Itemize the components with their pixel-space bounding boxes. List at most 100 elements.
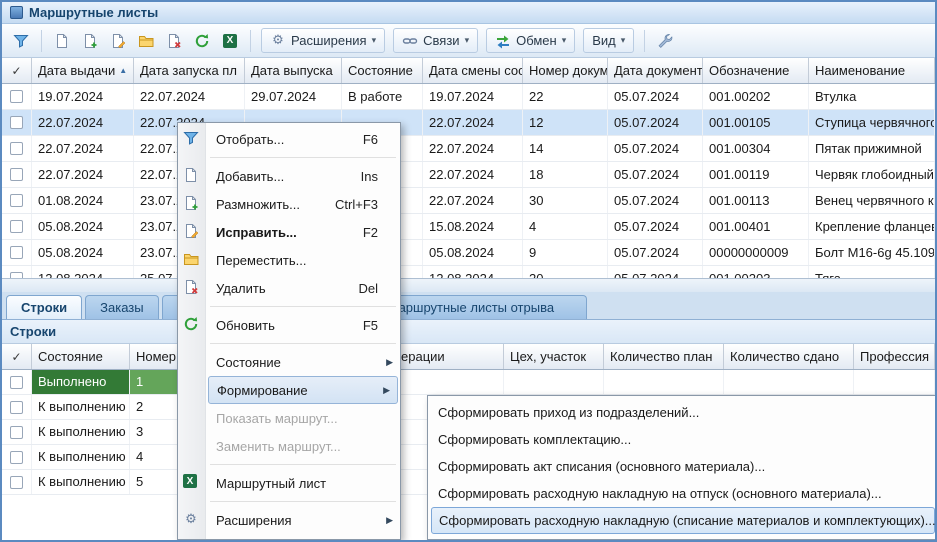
tab-stroki[interactable]: Строки <box>6 295 82 319</box>
table-row-selected[interactable]: 22.07.2024 22.07.2024 22.07.2024 12 05.0… <box>2 110 935 136</box>
row-checkbox[interactable] <box>10 220 23 233</box>
menu-item-route-sheet[interactable]: X Маршрутный лист <box>178 469 400 497</box>
tab-zakazy[interactable]: Заказы <box>85 295 158 319</box>
lines-col-state[interactable]: Состояние <box>32 344 130 369</box>
cell: Тяга <box>809 266 935 278</box>
table-row[interactable]: 01.08.2024 23.07.2024 22.07.2024 30 05.0… <box>2 188 935 214</box>
settings-wrench-button[interactable] <box>652 28 678 53</box>
panel-splitter[interactable] <box>2 278 935 292</box>
cell: 05.07.2024 <box>608 162 703 187</box>
excel-export-button[interactable]: X <box>217 28 243 53</box>
row-checkbox[interactable] <box>10 451 23 464</box>
move-document-button[interactable] <box>133 28 159 53</box>
row-checkbox[interactable] <box>10 426 23 439</box>
tab-label: Маршрутные листы отрыва <box>388 300 555 315</box>
chevron-down-icon: ▾ <box>621 35 626 46</box>
lines-col-profession[interactable]: Профессия <box>854 344 935 369</box>
row-checkbox[interactable] <box>10 194 23 207</box>
links-menu-button[interactable]: Связи ▾ <box>393 28 478 53</box>
main-col-name[interactable]: Наименование <box>809 58 935 83</box>
new-document-button[interactable] <box>49 28 75 53</box>
menu-item-move[interactable]: Переместить... <box>178 246 400 274</box>
table-row[interactable]: 22.07.2024 22.07.2024 22.07.2024 18 05.0… <box>2 162 935 188</box>
main-col-doc-date[interactable]: Дата документа <box>608 58 703 83</box>
submenu-item-prihod[interactable]: Сформировать приход из подразделений... <box>428 399 937 426</box>
folder-icon <box>183 251 199 267</box>
row-checkbox[interactable] <box>10 142 23 155</box>
cell: Пятак прижимной <box>809 136 935 161</box>
edit-document-button[interactable] <box>105 28 131 53</box>
main-col-launch-date[interactable]: Дата запуска пл <box>134 58 245 83</box>
extensions-menu-button[interactable]: ⚙ Расширения ▾ <box>261 28 385 53</box>
view-menu-button[interactable]: Вид ▾ <box>583 28 634 53</box>
table-row[interactable]: 22.07.2024 22.07.2024 22.07.2024 14 05.0… <box>2 136 935 162</box>
toolbar: X ⚙ Расширения ▾ Связи ▾ Обмен ▾ Вид ▾ <box>2 24 935 58</box>
cell: В работе <box>342 84 423 109</box>
row-checkbox[interactable] <box>10 90 23 103</box>
main-table-body: 19.07.2024 22.07.2024 29.07.2024 В работ… <box>2 84 935 278</box>
row-checkbox[interactable] <box>10 401 23 414</box>
main-col-doc-number[interactable]: Номер докум <box>523 58 608 83</box>
column-label: Количество сдано <box>730 349 839 364</box>
submenu-arrow-icon: ▶ <box>386 357 393 368</box>
cell: 22.07.2024 <box>423 110 523 135</box>
column-label: Состояние <box>38 349 103 364</box>
menu-item-label: Размножить... <box>216 197 327 212</box>
menu-item-state[interactable]: Состояние ▶ <box>178 348 400 376</box>
table-row-partial[interactable]: 12.08.2024 25.07.2024 12.08.2024 20 05.0… <box>2 266 935 278</box>
menu-item-label: Исправить... <box>216 225 355 240</box>
add-document-button[interactable] <box>77 28 103 53</box>
submenu-item-komplektacia[interactable]: Сформировать комплектацию... <box>428 426 937 453</box>
main-col-release-date[interactable]: Дата выпуска <box>245 58 342 83</box>
cell: 15.08.2024 <box>423 214 523 239</box>
row-checkbox[interactable] <box>10 376 23 389</box>
row-checkbox[interactable] <box>10 116 23 129</box>
menu-item-refresh[interactable]: Обновить F5 <box>178 311 400 339</box>
lines-col-workshop[interactable]: Цех, участок <box>504 344 604 369</box>
table-row[interactable]: 19.07.2024 22.07.2024 29.07.2024 В работ… <box>2 84 935 110</box>
menu-item-label: Сформировать расходную накладную (списан… <box>439 513 936 528</box>
cell: 05.08.2024 <box>32 240 134 265</box>
submenu-item-akt-spisania[interactable]: Сформировать акт списания (основного мат… <box>428 453 937 480</box>
refresh-button[interactable] <box>189 28 215 53</box>
main-col-state-change-date[interactable]: Дата смены сос <box>423 58 523 83</box>
main-col-issue-date[interactable]: Дата выдачи▲ <box>32 58 134 83</box>
submenu-item-rashodnaya-spisanie[interactable]: Сформировать расходную накладную (списан… <box>431 507 935 534</box>
filter-button[interactable] <box>8 28 34 53</box>
menu-item-add[interactable]: Добавить... Ins <box>178 162 400 190</box>
cell-check <box>2 188 32 213</box>
row-checkbox[interactable] <box>10 476 23 489</box>
cell: 9 <box>523 240 608 265</box>
table-row[interactable]: 05.08.2024 23.07.2024 15.08.2024 4 05.07… <box>2 214 935 240</box>
lines-col-check[interactable]: ✓ <box>2 344 32 369</box>
cell: 001.00113 <box>703 188 809 213</box>
toolbar-separator <box>644 30 645 52</box>
delete-document-button[interactable] <box>161 28 187 53</box>
lines-table-header: ✓ Состояние Номер Наименование операции … <box>2 344 935 370</box>
lines-col-qty-plan[interactable]: Количество план <box>604 344 724 369</box>
main-col-state[interactable]: Состояние <box>342 58 423 83</box>
line-row[interactable]: Выполнено 1 <box>2 370 935 395</box>
view-label: Вид <box>592 33 616 48</box>
main-col-check[interactable]: ✓ <box>2 58 32 83</box>
exchange-menu-button[interactable]: Обмен ▾ <box>486 28 575 53</box>
menu-item-filter[interactable]: Отобрать... F6 <box>178 125 400 153</box>
row-checkbox[interactable] <box>10 168 23 181</box>
menu-item-duplicate[interactable]: Размножить... Ctrl+F3 <box>178 190 400 218</box>
cell: 14 <box>523 136 608 161</box>
main-col-designation[interactable]: Обозначение <box>703 58 809 83</box>
submenu-item-rashodnaya-otpusk[interactable]: Сформировать расходную накладную на отпу… <box>428 480 937 507</box>
exchange-icon <box>495 33 511 49</box>
column-label: Обозначение <box>709 63 789 78</box>
table-row[interactable]: 05.08.2024 23.07.2024 05.08.2024 9 05.07… <box>2 240 935 266</box>
page-title: Маршрутные листы <box>29 5 158 20</box>
menu-item-forming[interactable]: Формирование ▶ <box>208 376 398 404</box>
menu-item-extensions[interactable]: ⚙ Расширения ▶ <box>178 506 400 534</box>
menu-item-delete[interactable]: Удалить Del <box>178 274 400 302</box>
row-checkbox[interactable] <box>10 246 23 259</box>
lines-col-qty-done[interactable]: Количество сдано <box>724 344 854 369</box>
cell: 22.07.2024 <box>32 162 134 187</box>
menu-item-edit[interactable]: Исправить... F2 <box>178 218 400 246</box>
cell: 05.07.2024 <box>608 240 703 265</box>
tab-marshrutnye-listy-otryva[interactable]: Маршрутные листы отрыва <box>373 295 587 319</box>
